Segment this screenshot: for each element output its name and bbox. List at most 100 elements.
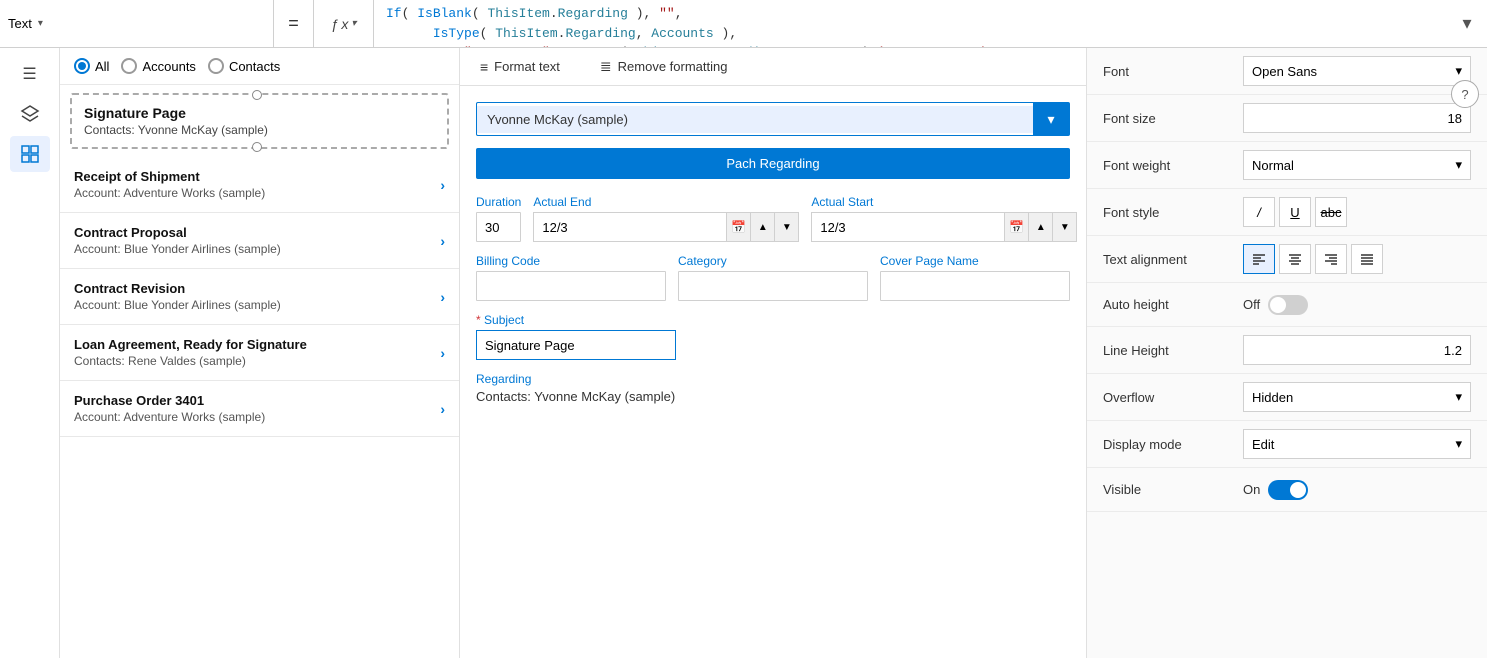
visible-label: Visible [1103, 482, 1243, 497]
equals-button[interactable]: = [274, 0, 314, 47]
auto-height-row: Auto height Off [1087, 283, 1487, 327]
left-panel: All Accounts Contacts Signature Page Con… [60, 48, 460, 658]
duration-label: Duration [476, 195, 521, 209]
font-style-label: Font style [1103, 205, 1243, 220]
form-row-dates: Duration Actual End 📅 ▲ ▼ Actual Start [476, 195, 1070, 242]
formula-editor[interactable]: If( IsBlank( ThisItem.Regarding ), "", I… [374, 0, 1447, 47]
auto-height-toggle[interactable] [1268, 295, 1308, 315]
display-mode-chevron-icon: ▾ [1455, 436, 1462, 452]
font-weight-value: Normal [1252, 158, 1294, 173]
align-center-button[interactable] [1279, 244, 1311, 274]
radio-contacts-circle [208, 58, 224, 74]
list-item[interactable]: Purchase Order 3401 Account: Adventure W… [60, 381, 459, 437]
line-height-input[interactable] [1243, 335, 1471, 365]
radio-all[interactable]: All [74, 58, 109, 74]
strikethrough-button[interactable]: abc [1315, 197, 1347, 227]
overflow-row: Overflow Hidden ▾ [1087, 374, 1487, 421]
property-selector[interactable]: Text ▾ [0, 0, 274, 47]
font-size-row: Font size [1087, 95, 1487, 142]
underline-button[interactable]: U [1279, 197, 1311, 227]
actual-end-time-up[interactable]: ▼ [774, 213, 798, 241]
actual-end-time-down[interactable]: ▲ [750, 213, 774, 241]
overflow-value: Hidden [1252, 390, 1293, 405]
billing-code-input[interactable] [476, 271, 666, 301]
actual-end-input-wrapper: 📅 ▲ ▼ [533, 212, 799, 242]
cover-page-name-label: Cover Page Name [880, 254, 1070, 268]
subject-label: Subject [476, 313, 1070, 327]
line-height-label: Line Height [1103, 343, 1243, 358]
radio-contacts-label: Contacts [229, 59, 280, 74]
regarding-section: Regarding Contacts: Yvonne McKay (sample… [476, 372, 1070, 404]
contract-sub: Contacts: Rene Valdes (sample) [74, 354, 440, 368]
signature-title: Signature Page [84, 105, 435, 121]
form-row-billing: Billing Code Category Cover Page Name [476, 254, 1070, 301]
grid-icon[interactable] [10, 136, 50, 172]
radio-contacts[interactable]: Contacts [208, 58, 280, 74]
category-input[interactable] [678, 271, 868, 301]
format-text-button[interactable]: ≡ Format text [472, 55, 568, 79]
italic-button[interactable]: / [1243, 197, 1275, 227]
actual-start-calendar-icon[interactable]: 📅 [1004, 213, 1028, 241]
font-size-label: Font size [1103, 111, 1243, 126]
font-style-group: / U abc [1243, 197, 1471, 227]
align-justify-button[interactable] [1351, 244, 1383, 274]
contact-selector[interactable]: Yvonne McKay (sample) ▾ [476, 102, 1070, 136]
patch-regarding-button[interactable]: Pach Regarding [476, 148, 1070, 179]
regarding-label: Regarding [476, 372, 1070, 386]
text-align-group [1243, 244, 1471, 274]
list-item[interactable]: Contract Revision Account: Blue Yonder A… [60, 269, 459, 325]
signature-box[interactable]: Signature Page Contacts: Yvonne McKay (s… [70, 93, 449, 149]
font-select[interactable]: Open Sans ▾ [1243, 56, 1471, 86]
layers-icon[interactable] [10, 96, 50, 132]
visible-row: Visible On [1087, 468, 1487, 512]
list-item[interactable]: Receipt of Shipment Account: Adventure W… [60, 157, 459, 213]
hamburger-icon[interactable]: ☰ [10, 56, 50, 92]
cover-page-name-input[interactable] [880, 271, 1070, 301]
visible-toggle[interactable] [1268, 480, 1308, 500]
duration-input[interactable] [476, 212, 521, 242]
contract-sub: Account: Adventure Works (sample) [74, 186, 440, 200]
actual-start-time-up[interactable]: ▼ [1052, 213, 1076, 241]
format-text-label: Format text [494, 59, 560, 74]
formula-expand-button[interactable]: ▾ [1447, 0, 1487, 47]
align-right-button[interactable] [1315, 244, 1347, 274]
text-alignment-row: Text alignment [1087, 236, 1487, 283]
display-mode-select[interactable]: Edit ▾ [1243, 429, 1471, 459]
actual-start-time-down[interactable]: ▲ [1028, 213, 1052, 241]
font-style-row: Font style / U abc [1087, 189, 1487, 236]
actual-start-input[interactable] [812, 213, 1004, 241]
cover-page-name-field: Cover Page Name [880, 254, 1070, 301]
subject-section: Subject [476, 313, 1070, 360]
remove-formatting-button[interactable]: ≣ Remove formatting [592, 54, 736, 79]
fx-chevron: ▾ [351, 18, 356, 29]
billing-code-label: Billing Code [476, 254, 666, 268]
font-weight-select[interactable]: Normal ▾ [1243, 150, 1471, 180]
radio-all-label: All [95, 59, 109, 74]
radio-accounts[interactable]: Accounts [121, 58, 195, 74]
subject-input[interactable] [476, 330, 676, 360]
format-text-icon: ≡ [480, 59, 488, 75]
font-size-input[interactable] [1243, 103, 1471, 133]
radio-accounts-circle [121, 58, 137, 74]
auto-height-state: Off [1243, 297, 1260, 312]
display-mode-row: Display mode Edit ▾ [1087, 421, 1487, 468]
visible-toggle-row: On [1243, 480, 1308, 500]
overflow-select[interactable]: Hidden ▾ [1243, 382, 1471, 412]
contract-list: Receipt of Shipment Account: Adventure W… [60, 157, 459, 658]
fx-label: ƒ [331, 16, 339, 32]
fx-button[interactable]: ƒ x ▾ [314, 0, 374, 47]
actual-end-field: Actual End 📅 ▲ ▼ [533, 195, 799, 242]
font-row: Font Open Sans ▾ [1087, 48, 1487, 95]
property-select-label: Text [8, 16, 32, 31]
contact-selector-chevron[interactable]: ▾ [1033, 103, 1069, 135]
visible-state: On [1243, 482, 1260, 497]
list-item[interactable]: Contract Proposal Account: Blue Yonder A… [60, 213, 459, 269]
actual-end-input[interactable] [534, 213, 726, 241]
duration-field: Duration [476, 195, 521, 242]
contract-sub: Account: Blue Yonder Airlines (sample) [74, 242, 440, 256]
contract-name: Contract Revision [74, 281, 440, 296]
list-item[interactable]: Loan Agreement, Ready for Signature Cont… [60, 325, 459, 381]
align-left-button[interactable] [1243, 244, 1275, 274]
help-icon[interactable]: ? [1451, 80, 1479, 108]
actual-end-calendar-icon[interactable]: 📅 [726, 213, 750, 241]
